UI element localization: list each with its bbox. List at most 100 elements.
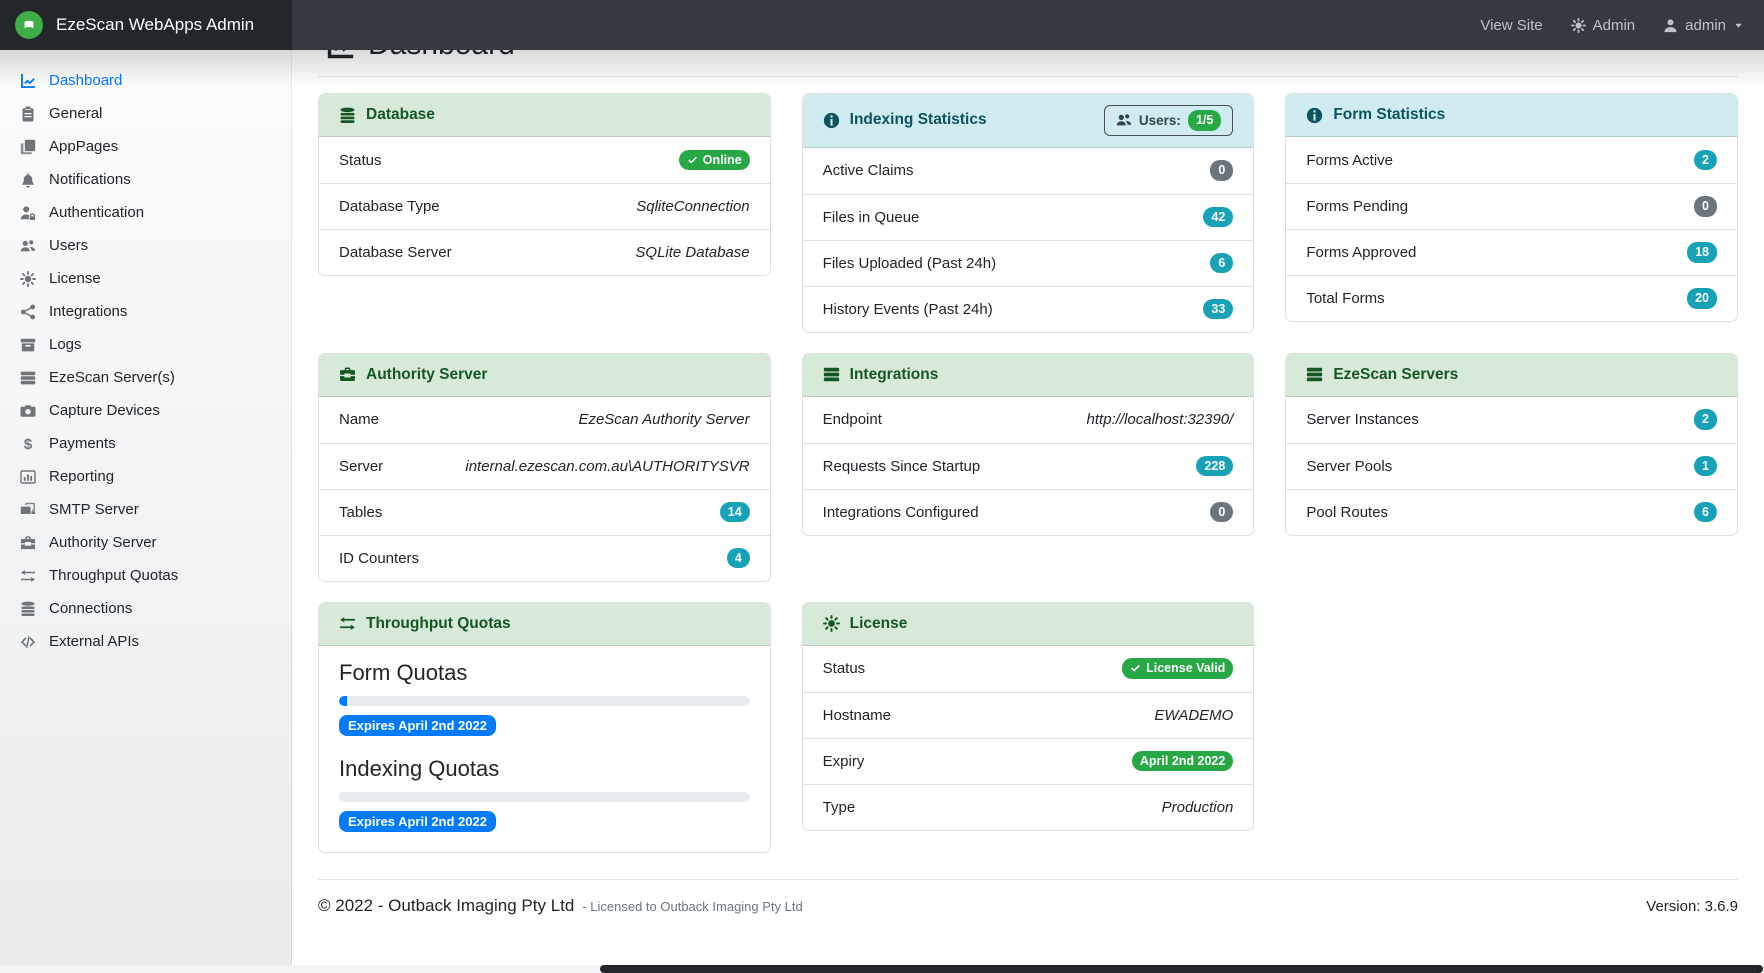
ezescan-logo-icon (15, 11, 43, 39)
card-row: TypeProduction (803, 784, 1254, 830)
row-label: Requests Since Startup (823, 458, 981, 475)
check-icon (687, 155, 698, 166)
card-row: StatusOnline (319, 137, 770, 183)
sidebar-item-apppages[interactable]: AppPages (0, 130, 291, 163)
integrations-header: Integrations (803, 354, 1254, 397)
sidebar-item-ezescan-servers[interactable]: EzeScan Server(s) (0, 361, 291, 394)
sidebar-item-label: AppPages (49, 138, 118, 155)
sidebar-item-label: Capture Devices (49, 402, 160, 419)
row-label: Forms Pending (1306, 198, 1408, 215)
status-badge: 2 (1694, 409, 1717, 430)
throughput-quotas-body: Form Quotas Expires April 2nd 2022 Index… (319, 646, 770, 852)
card-row: Pool Routes 6 (1286, 489, 1737, 535)
sidebar-item-authentication[interactable]: Authentication (0, 196, 291, 229)
row-label: Server Pools (1306, 458, 1392, 475)
users-count-badge: 1/5 (1188, 110, 1221, 131)
indexing-quotas-heading: Indexing Quotas (339, 756, 750, 782)
form-statistics-header: Form Statistics (1286, 94, 1737, 137)
sidebar-item-connections[interactable]: Connections (0, 592, 291, 625)
form-statistics-card: Form Statistics Forms Active2 Forms Pendi… (1285, 93, 1738, 322)
card-row: Database Type SqliteConnection (319, 183, 770, 229)
view-site-link[interactable]: View Site (1480, 17, 1542, 34)
throughput-quotas-card: Throughput Quotas Form Quotas Expires Ap… (318, 602, 771, 853)
sidebar-item-capture-devices[interactable]: Capture Devices (0, 394, 291, 427)
card-row: ExpiryApril 2nd 2022 (803, 738, 1254, 784)
info-circle-icon (1306, 107, 1323, 124)
card-row: StatusLicense Valid (803, 646, 1254, 692)
status-badge: 2 (1694, 150, 1717, 171)
licensed-text: - Licensed to Outback Imaging Pty Ltd (582, 899, 802, 914)
ezescan-servers-card: EzeScan Servers Server Instances2Server … (1285, 353, 1738, 536)
row-value: Production (1162, 799, 1234, 816)
row-value: http://localhost:32390/ (1087, 411, 1234, 428)
sidebar-item-label: External APIs (49, 633, 139, 650)
exchange-icon (339, 615, 356, 632)
sidebar-item-throughput-quotas[interactable]: Throughput Quotas (0, 559, 291, 592)
form-quotas-section: Form Quotas Expires April 2nd 2022 (339, 660, 750, 736)
user-icon (1663, 18, 1678, 33)
sidebar-item-integrations[interactable]: Integrations (0, 295, 291, 328)
topbar: EzeScan WebApps Admin View Site Admin ad… (0, 0, 1764, 50)
sidebar-item-users[interactable]: Users (0, 229, 291, 262)
sidebar-item-logs[interactable]: Logs (0, 328, 291, 361)
indexing-statistics-rows: Active Claims0Files in Queue42Files Uplo… (803, 148, 1254, 332)
chart-bar-icon (18, 469, 38, 485)
status-badge: 0 (1210, 160, 1233, 181)
sidebar-item-license[interactable]: License (0, 262, 291, 295)
row-label: ID Counters (339, 550, 419, 567)
row-label: Database Server (339, 244, 452, 261)
sidebar-item-label: Connections (49, 600, 132, 617)
users-icon (18, 238, 38, 254)
status-badge: 4 (727, 548, 750, 569)
horizontal-scrollbar[interactable] (0, 965, 1764, 973)
card-row: NameEzeScan Authority Server (319, 397, 770, 443)
bell-icon (18, 172, 38, 188)
sidebar-item-dashboard[interactable]: Dashboard (0, 64, 291, 97)
sidebar-item-external-apis[interactable]: External APIs (0, 625, 291, 658)
sidebar-item-label: Notifications (49, 171, 131, 188)
sidebar-item-general[interactable]: General (0, 97, 291, 130)
topbar-links: View Site Admin admin (1480, 0, 1764, 50)
sidebar-item-payments[interactable]: $Payments (0, 427, 291, 460)
card-row: HostnameEWADEMO (803, 692, 1254, 738)
user-menu[interactable]: admin (1663, 17, 1744, 34)
users-button[interactable]: Users: 1/5 (1104, 105, 1233, 136)
archive-icon (18, 337, 38, 353)
sidebar-item-authority-server[interactable]: Authority Server (0, 526, 291, 559)
status-badge: April 2nd 2022 (1132, 751, 1233, 772)
scrollbar-thumb[interactable] (600, 965, 1763, 973)
row-value: SqliteConnection (636, 198, 749, 215)
row-label: Active Claims (823, 162, 914, 179)
sidebar-item-label: Logs (49, 336, 82, 353)
card-row: Endpoint http://localhost:32390/ (803, 397, 1254, 443)
row-label: Tables (339, 504, 382, 521)
row-value: SQLite Database (635, 244, 749, 261)
status-badge: 6 (1694, 502, 1717, 523)
row-label: Endpoint (823, 411, 882, 428)
status-badge: 0 (1694, 196, 1717, 217)
status-badge: 1 (1694, 456, 1717, 477)
card-row: Forms Active2 (1286, 137, 1737, 183)
row-label: Name (339, 411, 379, 428)
sidebar-item-smtp-server[interactable]: SMTP Server (0, 493, 291, 526)
sidebar-item-label: Payments (49, 435, 116, 452)
status-badge: 228 (1196, 456, 1233, 477)
status-badge: 20 (1687, 288, 1717, 309)
sidebar-item-notifications[interactable]: Notifications (0, 163, 291, 196)
row-label: Pool Routes (1306, 504, 1388, 521)
row-label: Total Forms (1306, 290, 1384, 307)
row-label: Database Type (339, 198, 440, 215)
authority-server-card: Authority Server NameEzeScan Authority S… (318, 353, 771, 582)
admin-link[interactable]: Admin (1571, 17, 1636, 34)
sidebar-item-reporting[interactable]: Reporting (0, 460, 291, 493)
status-badge: 0 (1210, 502, 1233, 523)
clipboard-icon (18, 106, 38, 122)
card-row: Total Forms 20 (1286, 275, 1737, 321)
version-text: Version: 3.6.9 (1646, 898, 1738, 915)
chevron-down-icon (1733, 20, 1744, 31)
card-row: Serverinternal.ezescan.com.au\AUTHORITYS… (319, 443, 770, 489)
database-card: Database StatusOnlineDatabase TypeSqlite… (318, 93, 771, 276)
code-icon (18, 634, 38, 650)
authority-server-header: Authority Server (319, 354, 770, 397)
license-header: License (803, 603, 1254, 646)
